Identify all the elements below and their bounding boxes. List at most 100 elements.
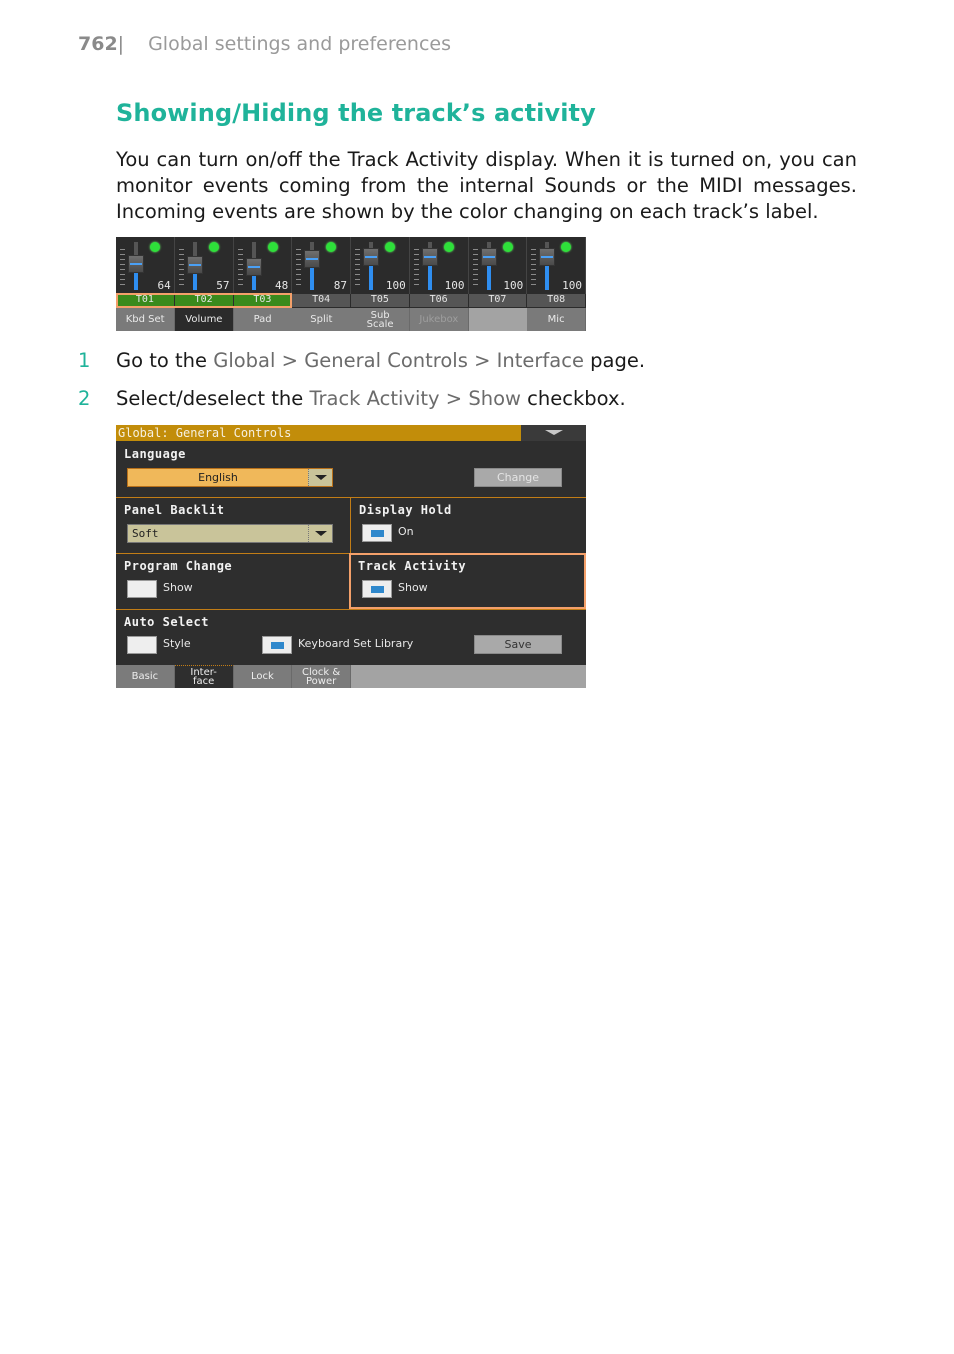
track-label[interactable]: T04 [292, 294, 351, 307]
channel-strip: 100 [469, 237, 528, 294]
save-button[interactable]: Save [474, 635, 562, 654]
fader-handle[interactable] [421, 248, 438, 266]
track-label[interactable]: T08 [527, 294, 586, 307]
change-button[interactable]: Change [474, 468, 562, 487]
display-hold-checkbox[interactable] [362, 524, 392, 542]
menu-path-show: Show [468, 387, 521, 410]
mixer-tab[interactable]: Sub Scale [351, 308, 411, 331]
track-label[interactable]: T05 [351, 294, 410, 307]
track-label[interactable]: T06 [409, 294, 469, 307]
fader-handle[interactable] [539, 248, 556, 266]
global-controls-tabs: Basic Inter-face Lock Clock & Power [116, 665, 586, 688]
fader-handle[interactable] [480, 248, 497, 266]
volume-value: 100 [444, 279, 465, 292]
fader-level [192, 274, 197, 290]
volume-value: 100 [385, 279, 406, 292]
fader-scale [178, 249, 184, 285]
step-text: Go to the Global > General Controls > In… [116, 349, 646, 372]
fader-handle[interactable] [186, 256, 203, 274]
display-hold-label: Display Hold [359, 503, 452, 517]
menu-path-global: Global [213, 349, 276, 372]
fader-scale [120, 249, 125, 285]
mixer-screenshot: 64 57 48 87 100 100 100 100 T01 T02 T03 T04 T05 T06 T… [116, 237, 586, 331]
divider [116, 497, 586, 498]
header-separator: | [117, 33, 125, 55]
activity-led-icon [561, 242, 572, 252]
language-dropdown[interactable]: English [127, 468, 333, 487]
menu-path-interface: Interface [496, 349, 584, 372]
mixer-tab[interactable]: Pad [233, 308, 293, 331]
fader-level [134, 273, 138, 290]
mixer-tab[interactable]: Jukebox [409, 308, 469, 331]
tab-inter-face[interactable]: Inter-face [174, 665, 234, 688]
panel-backlit-dropdown[interactable]: Soft [127, 524, 333, 543]
global-controls-screenshot: Global: General Controls Language Englis… [116, 425, 586, 688]
fader-level [427, 266, 432, 290]
track-label[interactable]: T07 [468, 294, 528, 307]
channel-strip: 87 [292, 237, 351, 294]
mixer-tab [468, 308, 528, 331]
program-change-show-label: Show [163, 581, 193, 594]
tab-basic[interactable]: Basic [116, 665, 175, 688]
window-title: Global: General Controls [116, 425, 521, 441]
channel-strip: 100 [527, 237, 586, 294]
menu-path-track-activity: Track Activity [309, 387, 440, 410]
track-label[interactable]: T03 [233, 294, 293, 307]
mixer-tab[interactable]: Mic [527, 308, 586, 331]
mixer-tab[interactable]: Split [292, 308, 352, 331]
track-activity-highlight [349, 553, 586, 609]
track-label[interactable]: T02 [174, 294, 234, 307]
tab-lock[interactable]: Lock [233, 665, 293, 688]
step-text: Select/deselect the Track Activity > Sho… [116, 387, 626, 410]
menu-path-general-controls: General Controls [304, 349, 468, 372]
fader-handle[interactable] [245, 258, 262, 276]
volume-value: 87 [333, 279, 347, 292]
mixer-tab[interactable]: Volume [174, 308, 234, 331]
auto-select-style-checkbox[interactable] [127, 636, 157, 654]
auto-select-kbd-set-label: Keyboard Set Library [298, 637, 414, 650]
fader-scale [296, 249, 302, 285]
auto-select-kbd-set-checkbox[interactable] [262, 636, 292, 654]
panel-backlit-label: Panel Backlit [124, 503, 225, 517]
mixer-tabs: Kbd Set Volume Pad Split Sub Scale Jukebox Mic [116, 308, 586, 331]
fader-scale [355, 249, 360, 285]
channel-strip: 64 [116, 237, 175, 294]
page-menu-button[interactable] [521, 425, 586, 441]
activity-led-icon [385, 242, 395, 252]
activity-led-icon [267, 242, 278, 252]
track-label[interactable]: T01 [116, 294, 175, 307]
menu-arrow-icon [545, 430, 563, 435]
program-change-label: Program Change [124, 559, 233, 573]
volume-value: 100 [503, 279, 524, 292]
fader-handle[interactable] [128, 255, 144, 273]
fader-level [310, 268, 315, 290]
volume-value: 100 [562, 279, 582, 292]
language-label: Language [124, 447, 186, 461]
auto-select-label: Auto Select [124, 615, 209, 629]
mixer-tab[interactable]: Kbd Set [116, 308, 176, 331]
section-title: Showing/Hiding the track’s activity [116, 99, 596, 127]
activity-led-icon [150, 242, 160, 252]
tab-clock-power[interactable]: Clock & Power [292, 665, 351, 688]
step-number: 1 [78, 349, 91, 372]
channel-strip: 57 [175, 237, 234, 294]
activity-led-icon [502, 242, 513, 252]
step-number: 2 [78, 387, 91, 410]
fader-scale [237, 249, 243, 285]
program-change-show-checkbox[interactable] [127, 580, 157, 598]
fader-scale [531, 249, 537, 285]
display-hold-checkbox-label: On [398, 525, 414, 538]
activity-led-icon [326, 242, 337, 252]
page-number: 762 [78, 33, 118, 55]
fader-scale [472, 249, 478, 285]
auto-select-style-label: Style [163, 637, 191, 650]
intro-paragraph: You can turn on/off the Track Activity d… [116, 148, 857, 223]
dropdown-arrow-icon [308, 469, 332, 486]
fader-handle[interactable] [304, 250, 321, 268]
fader-level [369, 266, 373, 290]
fader-level [251, 276, 256, 290]
activity-led-icon [208, 242, 219, 252]
fader-handle[interactable] [363, 248, 379, 266]
page-header: 762| Global settings and preferences [78, 33, 451, 55]
dropdown-arrow-icon [308, 525, 332, 542]
